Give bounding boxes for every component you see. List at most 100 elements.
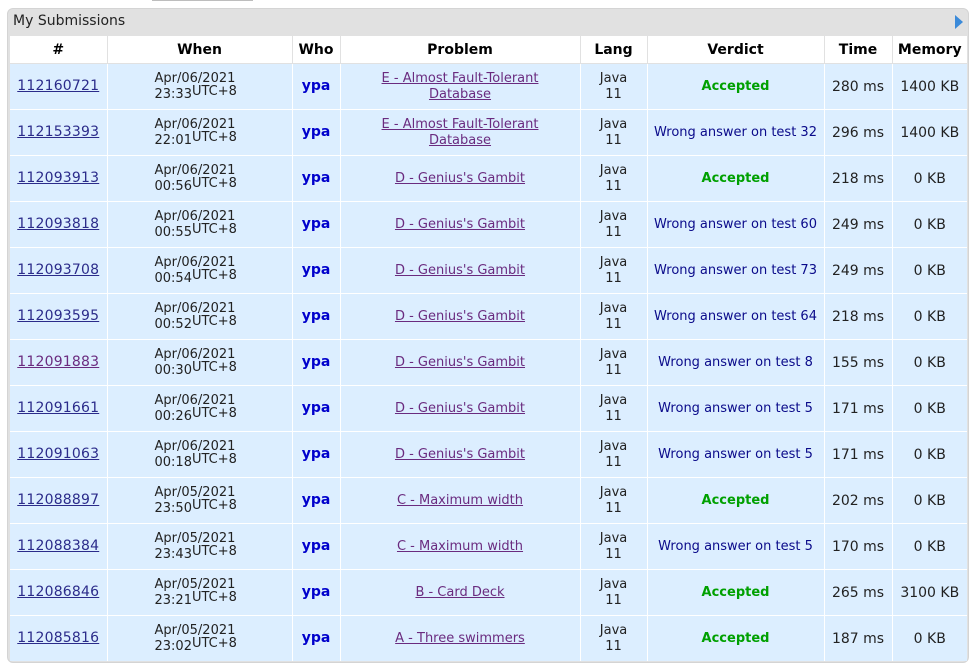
language-label: Java 11 <box>599 438 628 470</box>
submission-timezone: UTC+8 <box>191 451 237 467</box>
submission-id-cell: 112091883 <box>10 339 108 386</box>
header-lang[interactable]: Lang <box>580 36 648 64</box>
lang-cell: Java 11 <box>580 109 648 156</box>
table-row: 112153393 Apr/06/2021 22:01UTC+8 ypa E - Alm… <box>10 109 967 156</box>
verdict-wrong-answer: Wrong answer on test 60 <box>654 216 817 232</box>
submission-id-link[interactable]: 112088897 <box>17 492 99 508</box>
table-row: 112093818 Apr/06/2021 00:55UTC+8 ypa D - Gen… <box>10 201 967 248</box>
submission-id-link[interactable]: 112160721 <box>17 78 99 94</box>
submission-clock: 23:21 <box>154 592 192 608</box>
user-handle[interactable]: ypa <box>302 584 331 600</box>
problem-link[interactable]: D - Genius's Gambit <box>395 171 525 187</box>
problem-link[interactable]: D - Genius's Gambit <box>395 401 525 417</box>
user-handle[interactable]: ypa <box>302 354 331 370</box>
table-row: 112091883 Apr/06/2021 00:30UTC+8 ypa D - Gen… <box>10 339 967 386</box>
who-cell: ypa <box>292 155 341 202</box>
submission-id-link[interactable]: 112093913 <box>17 170 99 186</box>
verdict-cell: Accepted <box>647 477 825 524</box>
language-label: Java 11 <box>599 484 628 516</box>
problem-link[interactable]: E - Almost Fault-Tolerant Database <box>360 117 560 149</box>
exec-time: 171 ms <box>824 385 893 432</box>
user-handle[interactable]: ypa <box>302 446 331 462</box>
problem-link[interactable]: A - Three swimmers <box>395 631 525 647</box>
memory-usage: 0 KB <box>892 615 967 661</box>
exec-time: 280 ms <box>824 63 893 110</box>
submission-clock: 00:52 <box>154 316 192 332</box>
verdict-cell: Wrong answer on test 32 <box>647 109 825 156</box>
top-tab-fragment <box>152 0 253 1</box>
submission-time: 00:30UTC+8 <box>108 360 292 379</box>
submission-id-link[interactable]: 112085816 <box>17 630 99 646</box>
submission-id-link[interactable]: 112091063 <box>17 446 99 462</box>
problem-link[interactable]: D - Genius's Gambit <box>395 309 525 325</box>
verdict-cell: Wrong answer on test 8 <box>647 339 825 386</box>
problem-link[interactable]: D - Genius's Gambit <box>395 263 525 279</box>
problem-link[interactable]: D - Genius's Gambit <box>395 355 525 371</box>
who-cell: ypa <box>292 63 341 110</box>
submission-id-link[interactable]: 112086846 <box>17 584 99 600</box>
user-handle[interactable]: ypa <box>302 308 331 324</box>
problem-link[interactable]: D - Genius's Gambit <box>395 447 525 463</box>
submission-id-link[interactable]: 112091661 <box>17 400 99 416</box>
submission-clock: 00:54 <box>154 270 192 286</box>
user-handle[interactable]: ypa <box>302 492 331 508</box>
submission-clock: 00:55 <box>154 224 192 240</box>
header-id[interactable]: # <box>10 36 108 64</box>
lang-cell: Java 11 <box>580 63 648 110</box>
verdict-cell: Wrong answer on test 60 <box>647 201 825 248</box>
problem-cell: A - Three swimmers <box>340 615 581 661</box>
submission-id-link[interactable]: 112093595 <box>17 308 99 324</box>
user-handle[interactable]: ypa <box>302 170 331 186</box>
memory-usage: 1400 KB <box>892 63 967 110</box>
problem-link[interactable]: E - Almost Fault-Tolerant Database <box>360 71 560 103</box>
user-handle[interactable]: ypa <box>302 124 331 140</box>
user-handle[interactable]: ypa <box>302 262 331 278</box>
problem-link[interactable]: C - Maximum width <box>397 493 523 509</box>
exec-time: 265 ms <box>824 569 893 616</box>
when-cell: Apr/05/2021 23:50UTC+8 <box>107 477 293 524</box>
table-row: 112091063 Apr/06/2021 00:18UTC+8 ypa D - Gen… <box>10 431 967 478</box>
when-cell: Apr/06/2021 00:55UTC+8 <box>107 201 293 248</box>
memory-usage: 0 KB <box>892 201 967 248</box>
submission-id-cell: 112153393 <box>10 109 108 156</box>
language-label: Java 11 <box>599 300 628 332</box>
user-handle[interactable]: ypa <box>302 538 331 554</box>
triangle-right-icon[interactable] <box>955 15 963 29</box>
header-who[interactable]: Who <box>292 36 341 64</box>
submission-id-link[interactable]: 112091883 <box>17 354 99 370</box>
who-cell: ypa <box>292 385 341 432</box>
header-verdict[interactable]: Verdict <box>647 36 825 64</box>
user-handle[interactable]: ypa <box>302 216 331 232</box>
language-label: Java 11 <box>599 392 628 424</box>
memory-usage: 3100 KB <box>892 569 967 616</box>
header-time[interactable]: Time <box>824 36 893 64</box>
language-label: Java 11 <box>599 254 628 286</box>
submission-id-link[interactable]: 112093818 <box>17 216 99 232</box>
problem-link[interactable]: C - Maximum width <box>397 539 523 555</box>
user-handle[interactable]: ypa <box>302 400 331 416</box>
problem-link[interactable]: D - Genius's Gambit <box>395 217 525 233</box>
lang-cell: Java 11 <box>580 339 648 386</box>
verdict-wrong-answer: Wrong answer on test 73 <box>654 262 817 278</box>
verdict-accepted: Accepted <box>701 170 770 186</box>
header-memory[interactable]: Memory <box>892 36 967 64</box>
submission-clock: 00:30 <box>154 362 192 378</box>
problem-cell: E - Almost Fault-Tolerant Database <box>340 109 581 156</box>
submission-id-link[interactable]: 112093708 <box>17 262 99 278</box>
header-when[interactable]: When <box>107 36 293 64</box>
submission-id-link[interactable]: 112088384 <box>17 538 99 554</box>
user-handle[interactable]: ypa <box>302 630 331 646</box>
submission-id-link[interactable]: 112153393 <box>17 124 99 140</box>
memory-usage: 0 KB <box>892 523 967 570</box>
user-handle[interactable]: ypa <box>302 78 331 94</box>
verdict-cell: Wrong answer on test 73 <box>647 247 825 294</box>
language-label: Java 11 <box>599 622 628 654</box>
header-problem[interactable]: Problem <box>340 36 581 64</box>
exec-time: 249 ms <box>824 201 893 248</box>
submission-clock: 23:33 <box>154 86 192 102</box>
lang-cell: Java 11 <box>580 247 648 294</box>
verdict-cell: Accepted <box>647 615 825 661</box>
language-label: Java 11 <box>599 162 628 194</box>
problem-link[interactable]: B - Card Deck <box>415 585 504 601</box>
submission-timezone: UTC+8 <box>191 589 237 605</box>
